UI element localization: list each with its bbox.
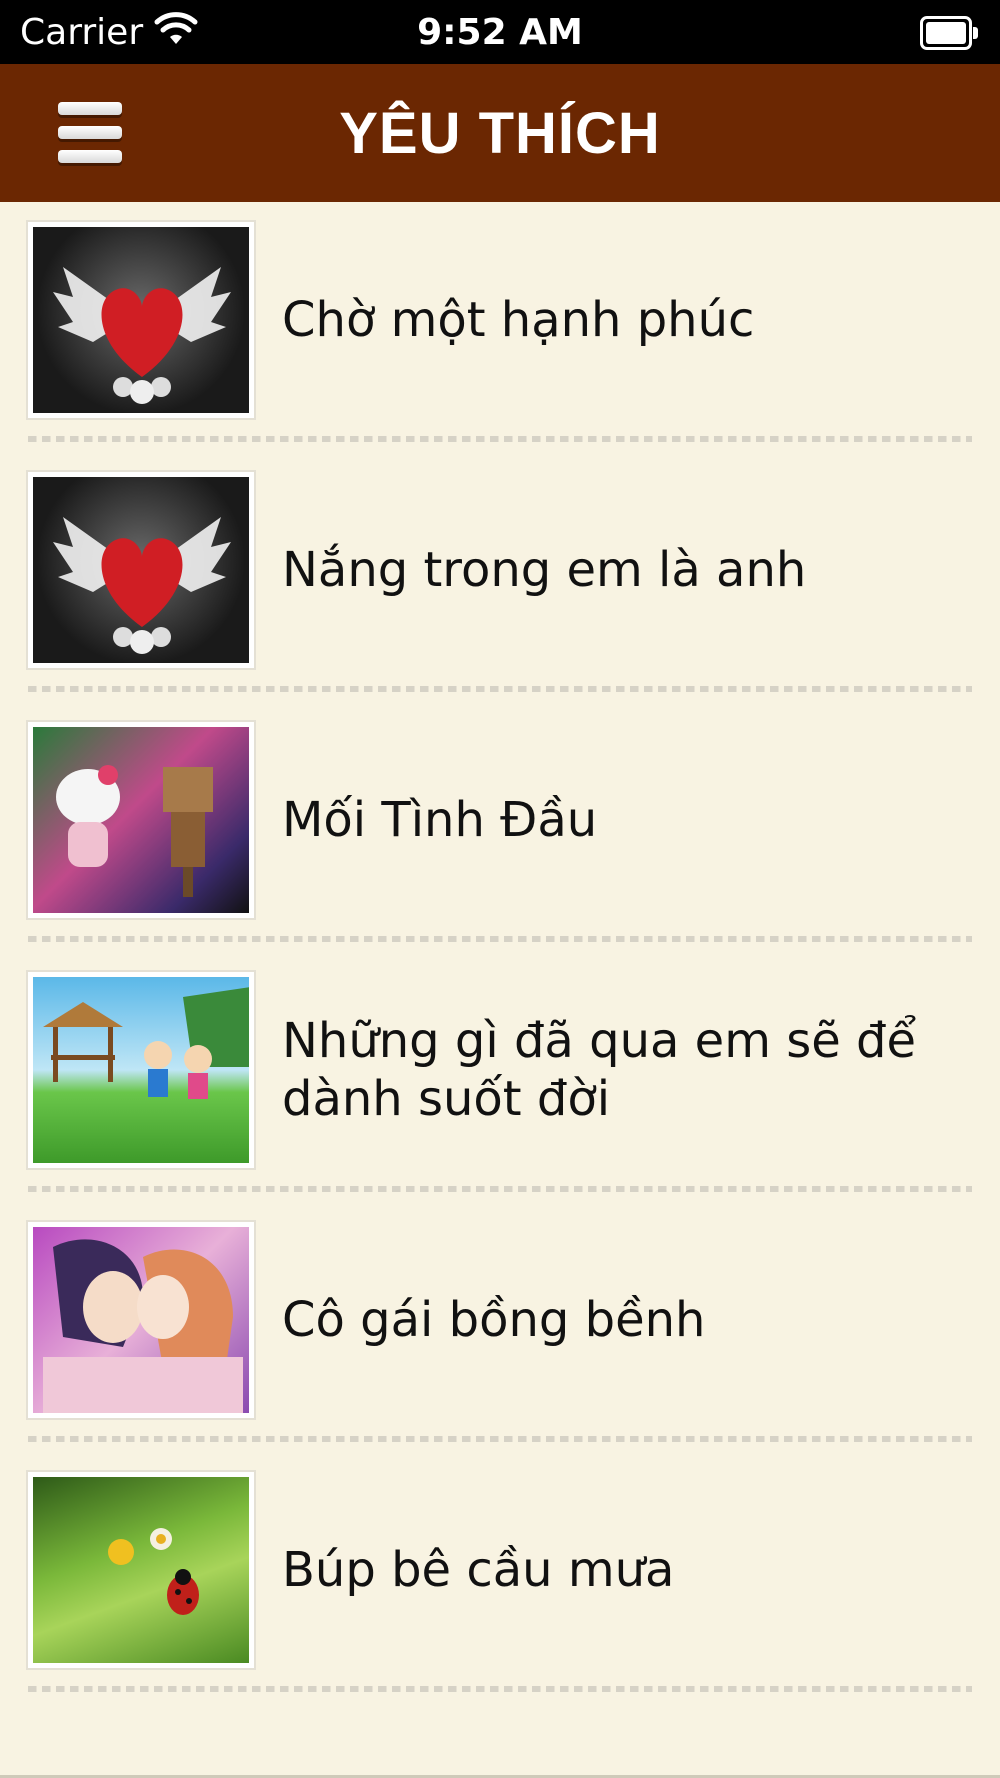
item-title: Mối Tình Đầu xyxy=(282,792,598,848)
item-title: Chờ một hạnh phúc xyxy=(282,292,755,348)
page-title: YÊU THÍCH xyxy=(339,101,661,166)
item-title: Búp bê cầu mưa xyxy=(282,1542,675,1598)
item-title: Nắng trong em là anh xyxy=(282,542,807,598)
divider xyxy=(28,1686,972,1692)
list-item[interactable]: Những gì đã qua em sẽ để dành suốt đời xyxy=(0,952,1000,1202)
divider xyxy=(28,1436,972,1442)
list-item[interactable]: Cô gái bồng bềnh xyxy=(0,1202,1000,1452)
divider xyxy=(28,936,972,942)
thumbnail-image xyxy=(26,1470,256,1670)
thumbnail-image xyxy=(26,1220,256,1420)
thumbnail-image xyxy=(26,720,256,920)
thumbnail-image xyxy=(26,470,256,670)
divider xyxy=(28,436,972,442)
status-bar: Carrier 9:52 AM xyxy=(0,0,1000,64)
favorites-list: Chờ một hạnh phúc Nắng trong em là anh M… xyxy=(0,202,1000,1702)
thumbnail-image xyxy=(26,970,256,1170)
list-item[interactable]: Nắng trong em là anh xyxy=(0,452,1000,702)
divider xyxy=(28,686,972,692)
item-title: Cô gái bồng bềnh xyxy=(282,1292,706,1348)
item-title: Những gì đã qua em sẽ để dành suốt đời xyxy=(282,1013,917,1127)
list-item[interactable]: Chờ một hạnh phúc xyxy=(0,202,1000,452)
list-item[interactable]: Mối Tình Đầu xyxy=(0,702,1000,952)
list-item[interactable]: Búp bê cầu mưa xyxy=(0,1452,1000,1702)
nav-bar: YÊU THÍCH xyxy=(0,64,1000,202)
status-time: 9:52 AM xyxy=(417,12,583,53)
thumbnail-image xyxy=(26,220,256,420)
battery-icon xyxy=(920,16,978,50)
divider xyxy=(28,1186,972,1192)
